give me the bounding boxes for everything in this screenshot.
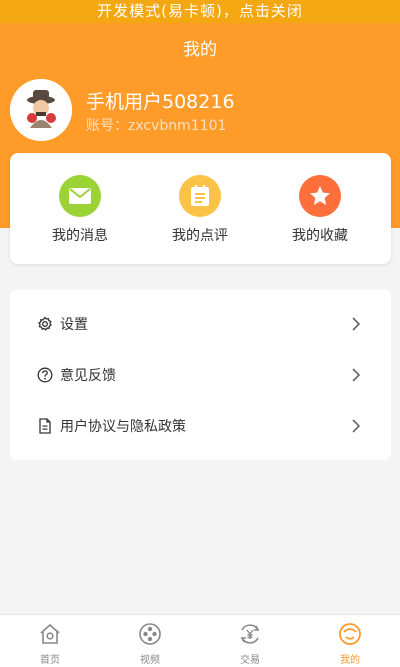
my-favorites-button[interactable]: 我的收藏 [260,175,380,245]
username: 手机用户508216 [86,91,235,113]
profile-face-icon [339,623,361,645]
envelope-icon [59,175,101,217]
account-id: 账号：zxcvbnm1101 [86,118,227,134]
dev-mode-banner[interactable]: 开发模式(易卡顿)，点击关闭 [0,0,400,23]
my-favorites-label: 我的收藏 [292,228,348,244]
tab-mine[interactable]: 我的 [300,615,400,667]
my-reviews-button[interactable]: 我的点评 [140,175,260,245]
menu-item-feedback-label: 意见反馈 [60,368,116,384]
menu-item-settings-label: 设置 [60,317,88,333]
bottom-tab-bar: 首页 视频 交易 我的 [0,614,400,667]
tab-video-label: 视频 [140,655,160,666]
menu-item-settings[interactable]: 设置 [10,299,391,349]
page-title: 我的 [183,40,217,60]
tab-trade[interactable]: 交易 [200,615,300,667]
chevron-right-icon [352,419,361,433]
tab-mine-label: 我的 [340,655,360,666]
chevron-right-icon [352,317,361,331]
quick-actions-card: 我的消息 我的点评 我的收藏 [10,153,391,264]
menu-item-privacy-policy-label: 用户协议与隐私政策 [60,419,186,435]
my-messages-label: 我的消息 [52,228,108,244]
home-icon [40,623,60,644]
my-reviews-label: 我的点评 [172,228,228,244]
menu-item-privacy-policy[interactable]: 用户协议与隐私政策 [10,401,391,451]
tab-home[interactable]: 首页 [0,615,100,667]
tab-trade-label: 交易 [240,655,260,666]
avatar[interactable] [10,79,72,141]
tab-video[interactable]: 视频 [100,615,200,667]
settings-menu: 设置 意见反馈 用户协议与隐私政策 [10,290,391,460]
document-icon [39,418,51,434]
avatar-image [10,79,72,141]
my-messages-button[interactable]: 我的消息 [20,175,140,245]
notepad-icon [179,175,221,217]
chevron-right-icon [352,368,361,382]
tab-home-label: 首页 [40,655,60,666]
question-icon [37,367,53,383]
star-icon [299,175,341,217]
menu-item-feedback[interactable]: 意见反馈 [10,350,391,400]
gear-icon [38,316,52,331]
film-reel-icon [139,623,161,645]
yen-exchange-icon [240,624,260,644]
